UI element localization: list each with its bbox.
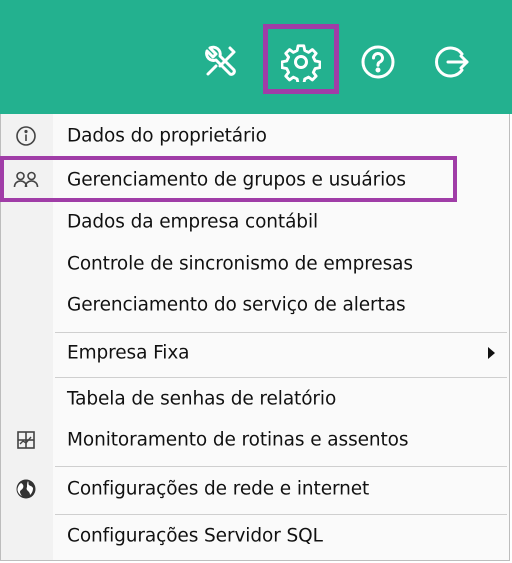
gear-highlight-box bbox=[263, 24, 339, 94]
menu-item-label: Monitoramento de rotinas e assentos bbox=[67, 429, 409, 451]
tools-icon[interactable] bbox=[198, 40, 242, 84]
menu-item-label: Tabela de senhas de relatório bbox=[67, 388, 337, 410]
top-toolbar bbox=[0, 0, 512, 114]
menu-item-dados-empresa-contabil[interactable]: Dados da empresa contábil bbox=[1, 202, 509, 242]
menu-item-label: Controle de sincronismo de empresas bbox=[67, 253, 413, 275]
menu-item-configuracoes-rede[interactable]: Configurações de rede e internet bbox=[1, 469, 509, 509]
menu-item-label: Empresa Fixa bbox=[67, 342, 190, 364]
menu-item-label: Configurações Servidor SQL bbox=[67, 525, 323, 547]
help-icon[interactable] bbox=[356, 40, 400, 84]
logout-icon[interactable] bbox=[430, 40, 474, 84]
menu-item-label: Configurações de rede e internet bbox=[67, 478, 370, 500]
monitor-icon bbox=[13, 427, 39, 453]
menu-item-servico-alertas[interactable]: Gerenciamento do serviço de alertas bbox=[1, 285, 509, 325]
menu-separator bbox=[55, 377, 507, 378]
menu-item-monitoramento-rotinas[interactable]: Monitoramento de rotinas e assentos bbox=[1, 420, 509, 460]
menu-item-highlight-box bbox=[0, 156, 457, 202]
menu-item-label: Gerenciamento do serviço de alertas bbox=[67, 294, 406, 316]
globe-icon bbox=[13, 476, 39, 502]
menu-item-controle-sincronismo[interactable]: Controle de sincronismo de empresas bbox=[1, 244, 509, 284]
menu-item-empresa-fixa[interactable]: Empresa Fixa bbox=[1, 333, 509, 373]
menu-item-label: Dados do proprietário bbox=[67, 125, 267, 147]
menu-separator bbox=[55, 514, 507, 515]
menu-item-dados-proprietario[interactable]: Dados do proprietário bbox=[1, 116, 509, 156]
submenu-arrow-icon bbox=[488, 347, 495, 359]
info-icon bbox=[13, 123, 39, 149]
menu-item-servidor-sql[interactable]: Configurações Servidor SQL bbox=[1, 516, 509, 556]
menu-item-tabela-senhas[interactable]: Tabela de senhas de relatório bbox=[1, 379, 509, 419]
menu-separator bbox=[55, 466, 507, 467]
menu-item-label: Dados da empresa contábil bbox=[67, 211, 319, 233]
